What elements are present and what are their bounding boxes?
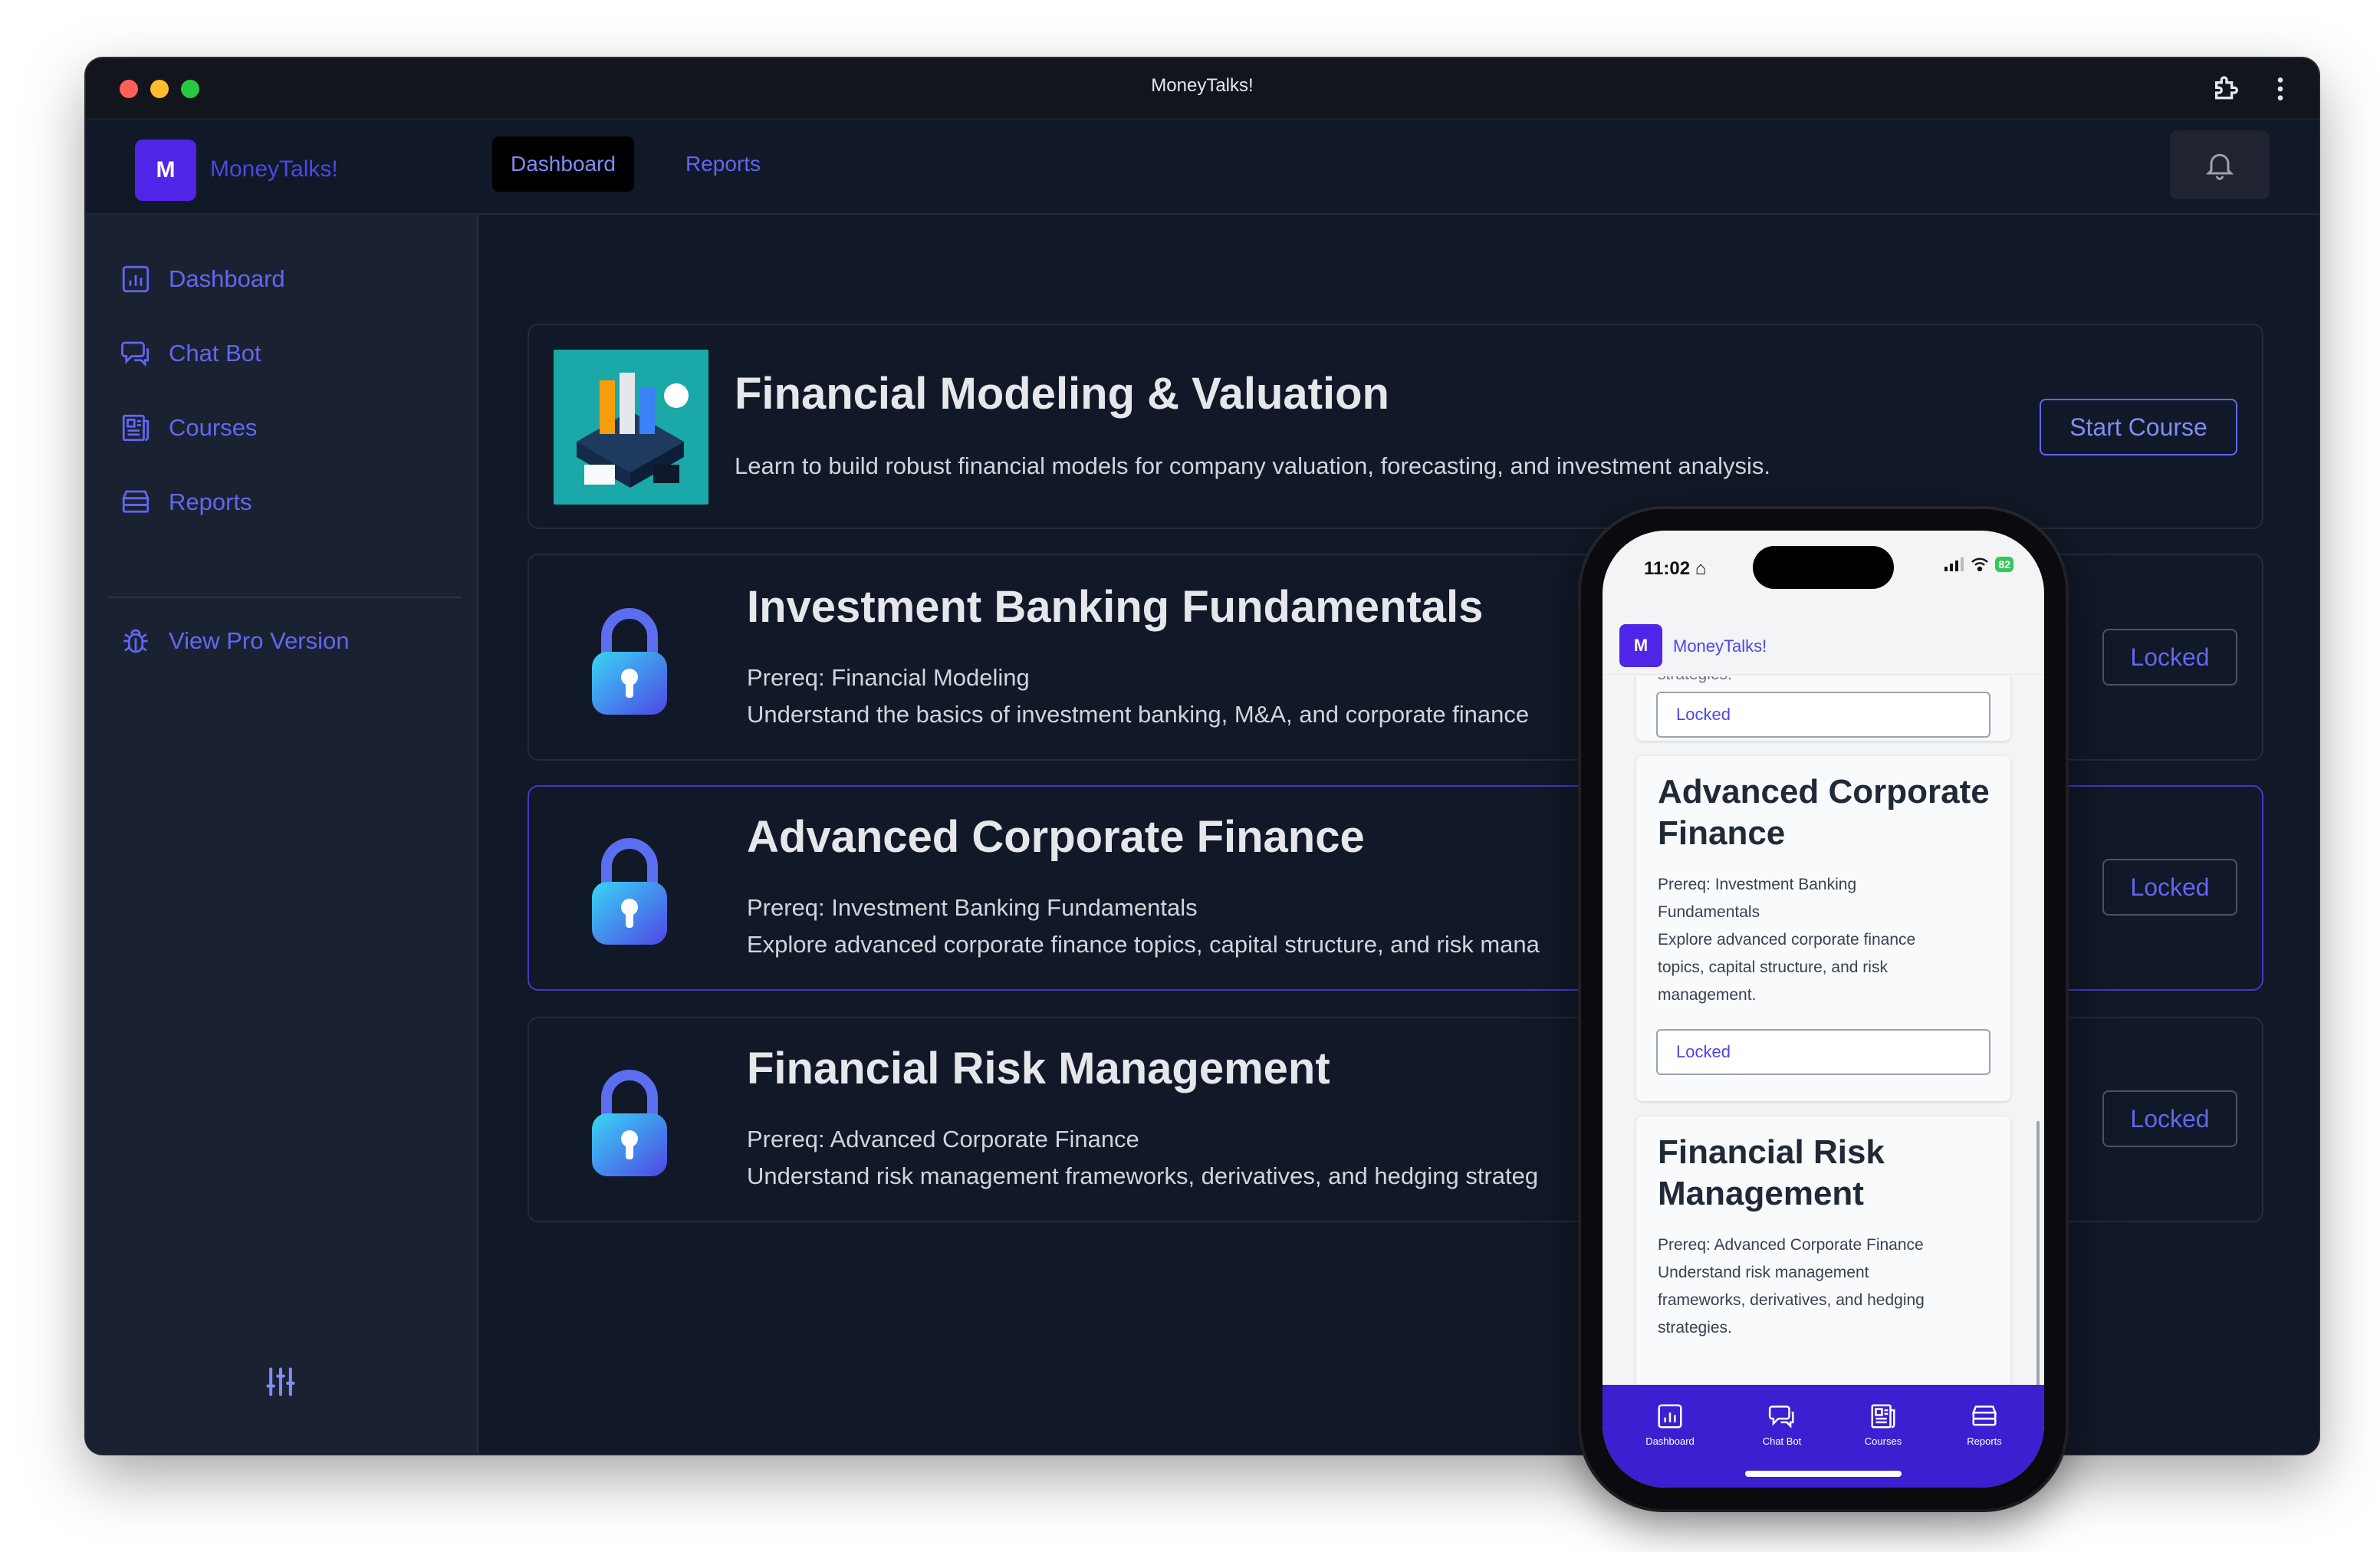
bug-icon — [123, 629, 148, 653]
server-stack-icon — [1971, 1406, 1997, 1426]
course-card: Financial Risk Management Prereq: Advanc… — [1636, 1116, 2010, 1388]
course-title: Financial Risk — [1658, 1133, 1885, 1171]
course-prereq: Prereq: Advanced Corporate Finance — [747, 1126, 1139, 1152]
dynamic-island — [1753, 546, 1894, 589]
locked-button[interactable]: Locked — [2102, 859, 2237, 916]
course-prereq: Prereq: Investment Banking Fundamentals — [747, 894, 1198, 921]
course-title: Investment Banking Fundamentals — [747, 582, 1484, 632]
phone-course-list[interactable]: strategies. Locked Advanced Corporate Fi… — [1603, 676, 2044, 1388]
phone-header: M MoneyTalks! — [1603, 607, 2044, 675]
course-description: Explore advanced corporate finance — [1658, 931, 1916, 949]
sliders-icon[interactable] — [264, 1365, 298, 1402]
sidebar-item-chat-bot[interactable]: Chat Bot — [120, 332, 261, 375]
sidebar-item-reports[interactable]: Reports — [120, 481, 252, 524]
newspaper-icon — [1871, 1404, 1895, 1429]
course-prereq: Prereq: Advanced Corporate Finance — [1658, 1236, 1924, 1254]
course-card: Financial Modeling & Valuation Learn to … — [528, 324, 2263, 529]
course-description: Learn to build robust financial models f… — [735, 452, 1770, 479]
server-stack-icon — [122, 490, 150, 513]
bell-icon — [2205, 153, 2234, 180]
app-logo[interactable]: M — [135, 140, 196, 201]
locked-button[interactable]: Locked — [2102, 1090, 2237, 1147]
tab-dashboard[interactable]: Dashboard — [1624, 1402, 1716, 1447]
wifi-icon — [1971, 557, 1989, 571]
sidebar-item-label: Courses — [169, 414, 258, 441]
locked-button[interactable]: Locked — [1656, 1029, 1990, 1075]
signal-icon — [1944, 557, 1964, 571]
view-pro-version-link[interactable]: View Pro Version — [120, 620, 350, 663]
course-title: Financial Risk Management — [747, 1044, 1330, 1093]
sidebar-item-courses[interactable]: Courses — [120, 406, 257, 449]
course-card: Advanced Corporate Finance Prereq: Inves… — [1636, 756, 2010, 1101]
tab-courses[interactable]: Courses — [1837, 1402, 1929, 1447]
lock-icon — [592, 608, 667, 715]
home-icon: ⌂ — [1695, 558, 1707, 579]
bar-chart-icon — [1658, 1404, 1682, 1429]
course-title: Financial Modeling & Valuation — [735, 369, 1389, 419]
phone-screen: 11:02 ⌂ 82 M MoneyTalks! strategies. Loc… — [1603, 531, 2044, 1488]
course-description: topics, capital structure, and risk — [1658, 958, 1888, 976]
newspaper-icon — [122, 414, 150, 442]
locked-button[interactable]: Locked — [1656, 692, 1990, 738]
phone-tab-bar: Dashboard Chat Bot Courses Reports — [1603, 1385, 2044, 1488]
status-time: 11:02 ⌂ — [1644, 558, 1707, 579]
course-description: frameworks, derivatives, and hedging — [1658, 1291, 1925, 1309]
title-bar: MoneyTalks! — [86, 58, 2319, 120]
extension-icon[interactable] — [2211, 74, 2242, 104]
bar-chart-icon — [122, 265, 150, 293]
start-course-button[interactable]: Start Course — [2040, 399, 2237, 455]
sidebar-item-label: View Pro Version — [169, 627, 350, 654]
app-name[interactable]: MoneyTalks! — [210, 156, 338, 182]
sidebar: Dashboard Chat Bot Courses Reports View … — [86, 215, 478, 1454]
lock-icon — [592, 1070, 667, 1176]
course-title: Advanced Corporate — [1658, 773, 1990, 811]
tab-reports[interactable]: Reports — [1938, 1402, 2030, 1447]
course-title: Advanced Corporate Finance — [747, 812, 1365, 862]
lock-icon — [592, 838, 667, 945]
battery-indicator: 82 — [1995, 557, 2013, 572]
partial-text: strategies. — [1658, 676, 1995, 689]
course-description: Explore advanced corporate finance topic… — [747, 931, 1540, 958]
phone-mockup: 11:02 ⌂ 82 M MoneyTalks! strategies. Loc… — [1581, 509, 2066, 1509]
course-card: strategies. Locked — [1636, 676, 2010, 741]
chat-bubbles-icon — [121, 341, 150, 367]
app-logo[interactable]: M — [1619, 624, 1662, 667]
course-prereq: Fundamentals — [1658, 903, 1760, 921]
locked-button[interactable]: Locked — [2102, 629, 2237, 686]
home-indicator[interactable] — [1745, 1471, 1902, 1477]
tab-chat-bot[interactable]: Chat Bot — [1736, 1402, 1828, 1447]
sidebar-item-dashboard[interactable]: Dashboard — [120, 258, 285, 301]
app-header: M MoneyTalks! Dashboard Reports — [86, 120, 2319, 215]
course-prereq: Prereq: Investment Banking — [1658, 876, 1857, 893]
tab-dashboard[interactable]: Dashboard — [492, 136, 634, 192]
course-description: management. — [1658, 986, 1757, 1004]
more-vertical-icon[interactable] — [2265, 74, 2296, 104]
course-prereq: Prereq: Financial Modeling — [747, 664, 1030, 691]
sidebar-item-label: Chat Bot — [169, 340, 261, 367]
chat-bubbles-icon — [1768, 1406, 1794, 1429]
course-thumbnail — [554, 350, 708, 505]
course-description: Understand the basics of investment bank… — [747, 701, 1530, 728]
tab-reports[interactable]: Reports — [667, 136, 779, 192]
scrollbar[interactable] — [2036, 1121, 2040, 1388]
status-indicators: 82 — [1944, 557, 2013, 572]
sidebar-item-label: Dashboard — [169, 265, 285, 292]
course-description: strategies. — [1658, 1319, 1732, 1337]
course-description: Understand risk management frameworks, d… — [747, 1162, 1539, 1189]
sidebar-divider — [107, 597, 462, 598]
notifications-button[interactable] — [2170, 130, 2270, 199]
course-title: Management — [1658, 1175, 1864, 1212]
window-title: MoneyTalks! — [1151, 75, 1254, 96]
course-description: Understand risk management — [1658, 1264, 1869, 1281]
sidebar-item-label: Reports — [169, 488, 252, 515]
course-title: Finance — [1658, 814, 1786, 852]
app-name[interactable]: MoneyTalks! — [1673, 636, 1767, 656]
